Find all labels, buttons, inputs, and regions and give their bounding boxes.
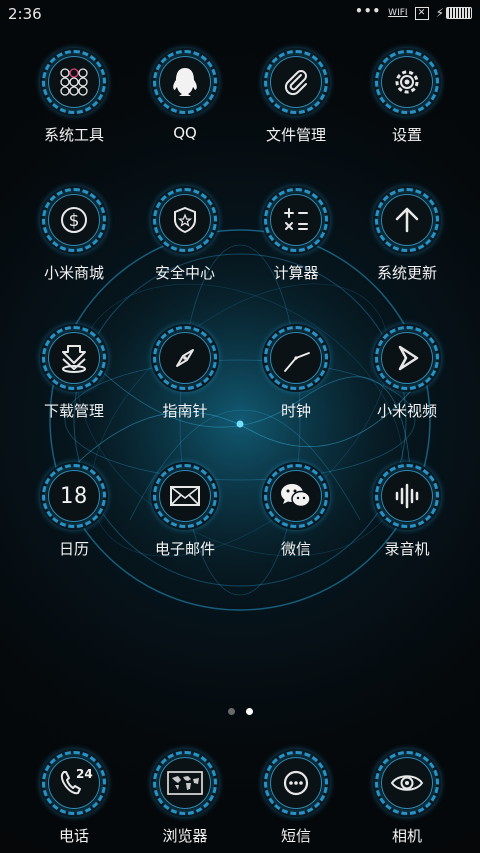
- app-label: 日历: [58, 540, 89, 558]
- app-label: 安全中心: [154, 264, 215, 282]
- app-recorder[interactable]: 录音机: [352, 462, 462, 559]
- eye-camera-icon: [373, 749, 441, 817]
- penguin-icon: [151, 48, 219, 116]
- app-mi-video[interactable]: 小米视频: [352, 324, 462, 421]
- app-email[interactable]: 电子邮件: [130, 462, 240, 559]
- battery-level: [446, 7, 472, 19]
- chat-bubble-icon: [262, 749, 330, 817]
- gear-icon: [373, 48, 441, 116]
- phone-24-text: 24: [76, 767, 93, 781]
- app-label: 系统工具: [43, 126, 104, 144]
- charging-bolt-icon: ⚡: [435, 6, 444, 20]
- app-system-tools[interactable]: 系统工具: [19, 48, 129, 145]
- notification-dots-icon: •••: [355, 4, 382, 18]
- app-label: 微信: [280, 540, 311, 558]
- svg-text:$: $: [69, 211, 80, 231]
- app-label: 相机: [391, 827, 422, 845]
- dock-app-browser[interactable]: 浏览器: [130, 749, 240, 846]
- page-dot-2-active[interactable]: [245, 708, 253, 715]
- world-map-icon: [151, 749, 219, 817]
- arrow-up-icon: [373, 186, 441, 254]
- app-label: 小米视频: [376, 402, 437, 420]
- wifi-icon: WIFI: [388, 8, 408, 18]
- app-wechat[interactable]: 微信: [241, 462, 351, 559]
- calendar-icon: 18: [40, 462, 108, 530]
- dock-app-messages[interactable]: 短信: [241, 749, 351, 846]
- paperclip-icon: [262, 48, 330, 116]
- app-label: 时钟: [280, 402, 311, 420]
- status-icons: ••• WIFI ✕ ⚡: [355, 4, 472, 20]
- calculator-icon: [262, 186, 330, 254]
- app-label: 下载管理: [43, 402, 104, 420]
- page-indicator: [0, 708, 480, 715]
- app-label: 浏览器: [162, 827, 208, 845]
- download-icon: [40, 324, 108, 392]
- app-settings[interactable]: 设置: [352, 48, 462, 145]
- shield-star-icon: [151, 186, 219, 254]
- waveform-icon: [373, 462, 441, 530]
- app-file-manager[interactable]: 文件管理: [241, 48, 351, 145]
- phone-24-icon: 24: [40, 749, 108, 817]
- dock-app-camera[interactable]: 相机: [352, 749, 462, 846]
- app-label: 指南针: [162, 402, 208, 420]
- app-system-update[interactable]: 系统更新: [352, 186, 462, 283]
- status-time: 2:36: [8, 5, 42, 23]
- dock-app-phone[interactable]: 24 电话: [19, 749, 129, 846]
- app-label: 电子邮件: [154, 540, 215, 558]
- calendar-date-text: 18: [59, 483, 89, 509]
- status-bar: 2:36 ••• WIFI ✕ ⚡: [0, 0, 480, 26]
- compass-icon: [151, 324, 219, 392]
- envelope-icon: [151, 462, 219, 530]
- app-calendar[interactable]: 18 日历: [19, 462, 129, 559]
- app-security-center[interactable]: 安全中心: [130, 186, 240, 283]
- app-qq[interactable]: QQ: [130, 48, 240, 142]
- app-compass[interactable]: 指南针: [130, 324, 240, 421]
- dollar-icon: $: [40, 186, 108, 254]
- app-label: 录音机: [384, 540, 430, 558]
- system-tools-folder-icon: [40, 48, 108, 116]
- app-mi-store[interactable]: $ 小米商城: [19, 186, 129, 283]
- app-label: 电话: [58, 827, 89, 845]
- no-sim-icon: ✕: [414, 6, 429, 20]
- page-dot-1[interactable]: [227, 708, 235, 715]
- app-label: 计算器: [273, 264, 319, 282]
- app-label: 短信: [280, 827, 311, 845]
- app-label: QQ: [173, 124, 197, 142]
- app-calculator[interactable]: 计算器: [241, 186, 351, 283]
- app-download-manager[interactable]: 下载管理: [19, 324, 129, 421]
- app-label: 文件管理: [265, 126, 326, 144]
- battery-icon: ⚡: [436, 6, 472, 20]
- app-label: 小米商城: [43, 264, 104, 282]
- play-icon: [373, 324, 441, 392]
- app-label: 设置: [391, 126, 422, 144]
- app-clock[interactable]: 时钟: [241, 324, 351, 421]
- wechat-icon: [262, 462, 330, 530]
- app-label: 系统更新: [376, 264, 437, 282]
- clock-icon: [262, 324, 330, 392]
